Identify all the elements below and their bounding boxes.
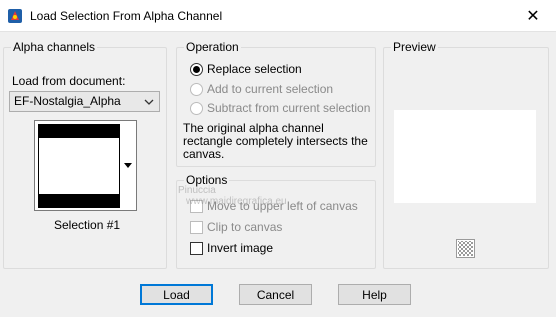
title-bar: Load Selection From Alpha Channel ✕: [0, 0, 556, 32]
document-select-value: EF-Nostalgia_Alpha: [14, 94, 121, 108]
dialog-body: Alpha channels Load from document: EF-No…: [0, 32, 556, 317]
thumbnail-dropdown-arrow[interactable]: [120, 121, 136, 210]
help-button[interactable]: Help: [338, 284, 411, 305]
radio-replace-selection[interactable]: Replace selection: [190, 62, 302, 76]
document-select[interactable]: EF-Nostalgia_Alpha: [9, 91, 160, 112]
operation-note: The original alpha channel rectangle com…: [183, 121, 368, 161]
radio-subtract-from-selection[interactable]: Subtract from current selection: [190, 101, 370, 115]
watermark-line-1: Pinuccia: [178, 185, 216, 196]
radio-subtract-from-selection-control[interactable]: [190, 101, 203, 115]
radio-add-to-selection-label: Add to current selection: [207, 82, 334, 96]
load-from-document-label: Load from document:: [12, 74, 126, 88]
radio-add-to-selection-control[interactable]: [190, 82, 203, 96]
radio-replace-selection-control[interactable]: [190, 62, 203, 76]
watermark-line-2: www.maidiregrafica.eu: [186, 196, 287, 207]
watermark: Pinuccia www.maidiregrafica.eu: [160, 185, 340, 219]
load-button[interactable]: Load: [140, 284, 213, 305]
thumbnail-top-band: [39, 125, 119, 138]
preview-label: Preview: [391, 40, 438, 54]
selection-thumbnail-list[interactable]: [34, 120, 137, 211]
caret-down-icon: [124, 162, 132, 168]
window-title: Load Selection From Alpha Channel: [30, 9, 223, 23]
preview-canvas: [394, 110, 536, 203]
checkbox-clip-to-canvas-control[interactable]: [190, 220, 203, 234]
checkbox-invert-image[interactable]: Invert image: [190, 241, 273, 255]
radio-add-to-selection[interactable]: Add to current selection: [190, 82, 333, 96]
app-icon: [7, 8, 23, 24]
selection-name-label: Selection #1: [54, 218, 121, 232]
cancel-button[interactable]: Cancel: [239, 284, 312, 305]
selection-thumbnail[interactable]: [38, 124, 120, 208]
checkbox-clip-to-canvas[interactable]: Clip to canvas: [190, 220, 282, 234]
checkbox-invert-image-control[interactable]: [190, 241, 203, 255]
checkbox-clip-to-canvas-label: Clip to canvas: [207, 220, 283, 234]
alpha-channels-label: Alpha channels: [11, 40, 98, 54]
operation-label: Operation: [184, 40, 241, 54]
chevron-down-icon: [144, 96, 154, 106]
thumbnail-bottom-band: [39, 194, 119, 207]
radio-subtract-from-selection-label: Subtract from current selection: [207, 101, 371, 115]
close-button[interactable]: ✕: [510, 0, 556, 32]
radio-replace-selection-label: Replace selection: [207, 62, 302, 76]
transparency-checker-icon[interactable]: [456, 239, 475, 258]
checkbox-invert-image-label: Invert image: [207, 241, 274, 255]
